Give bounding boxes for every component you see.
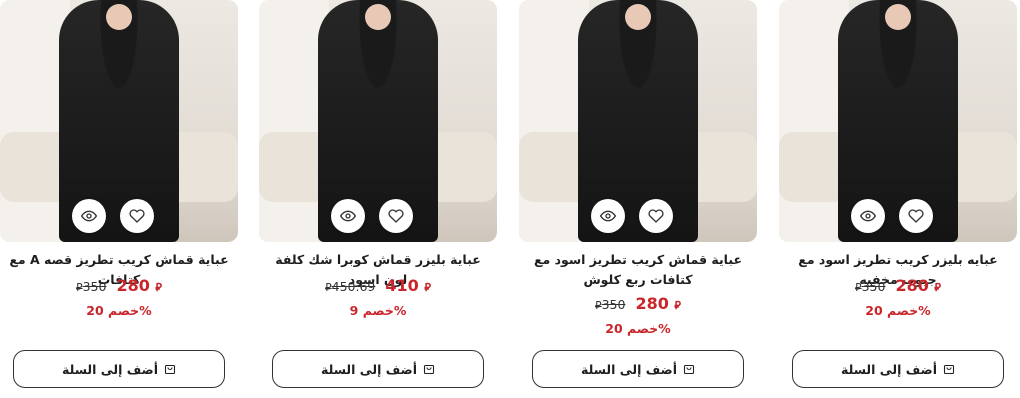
discount-label: خصم 20% bbox=[605, 321, 671, 336]
heart-icon bbox=[129, 209, 145, 223]
cart-icon bbox=[423, 364, 435, 375]
add-to-cart-label: أضف إلى السلة bbox=[841, 361, 937, 377]
add-to-cart-button[interactable]: أضف إلى السلة bbox=[13, 350, 225, 388]
add-to-cart-label: أضف إلى السلة bbox=[321, 361, 417, 377]
quick-view-button[interactable] bbox=[591, 199, 625, 233]
new-price: 280 ⃁ bbox=[895, 276, 941, 295]
product-card: عباية قماش كريب تطريز قصه A مع كتافات ⃁3… bbox=[0, 0, 238, 398]
eye-icon bbox=[81, 210, 97, 222]
product-card: عباية قماش كريب تطريز اسود مع كتافات ربع… bbox=[519, 0, 757, 398]
add-to-cart-label: أضف إلى السلة bbox=[581, 361, 677, 377]
product-title[interactable]: عباية قماش كريب تطريز اسود مع كتافات ربع… bbox=[525, 250, 751, 290]
cart-icon bbox=[943, 364, 955, 375]
cart-icon bbox=[683, 364, 695, 375]
price-row: ⃁350 280 ⃁ bbox=[779, 276, 1017, 295]
discount-label: خصم 20% bbox=[86, 303, 152, 318]
eye-icon bbox=[860, 210, 876, 222]
old-price: ⃁350 bbox=[855, 279, 886, 294]
add-to-cart-button[interactable]: أضف إلى السلة bbox=[272, 350, 484, 388]
price-row: ⃁450.69 410 ⃁ bbox=[259, 276, 497, 295]
product-grid: عباية قماش كريب تطريز قصه A مع كتافات ⃁3… bbox=[0, 0, 1020, 398]
add-to-cart-button[interactable]: أضف إلى السلة bbox=[532, 350, 744, 388]
product-image[interactable] bbox=[779, 0, 1017, 242]
wishlist-button[interactable] bbox=[639, 199, 673, 233]
price-row: ⃁350 280 ⃁ bbox=[0, 276, 238, 295]
quick-view-button[interactable] bbox=[331, 199, 365, 233]
new-price: 410 ⃁ bbox=[385, 276, 431, 295]
product-card: عباية بليزر قماش كوبرا شك كلفة لون اسود … bbox=[259, 0, 497, 398]
add-to-cart-button[interactable]: أضف إلى السلة bbox=[792, 350, 1004, 388]
heart-icon bbox=[388, 209, 404, 223]
quick-view-button[interactable] bbox=[851, 199, 885, 233]
cart-icon bbox=[164, 364, 176, 375]
product-card: عبايه بليزر كريب تطريز اسود مع جيوب مخفي… bbox=[779, 0, 1017, 398]
new-price: 280 ⃁ bbox=[116, 276, 162, 295]
heart-icon bbox=[908, 209, 924, 223]
wishlist-button[interactable] bbox=[120, 199, 154, 233]
eye-icon bbox=[340, 210, 356, 222]
quick-view-button[interactable] bbox=[72, 199, 106, 233]
new-price: 280 ⃁ bbox=[635, 294, 681, 313]
old-price: ⃁350 bbox=[76, 279, 107, 294]
wishlist-button[interactable] bbox=[379, 199, 413, 233]
wishlist-button[interactable] bbox=[899, 199, 933, 233]
heart-icon bbox=[648, 209, 664, 223]
add-to-cart-label: أضف إلى السلة bbox=[62, 361, 158, 377]
discount-label: خصم 20% bbox=[865, 303, 931, 318]
old-price: ⃁450.69 bbox=[325, 279, 376, 294]
eye-icon bbox=[600, 210, 616, 222]
product-image[interactable] bbox=[519, 0, 757, 242]
discount-label: خصم 9% bbox=[349, 303, 407, 318]
old-price: ⃁350 bbox=[595, 297, 626, 312]
product-image[interactable] bbox=[259, 0, 497, 242]
price-row: ⃁350 280 ⃁ bbox=[519, 294, 757, 313]
product-image[interactable] bbox=[0, 0, 238, 242]
